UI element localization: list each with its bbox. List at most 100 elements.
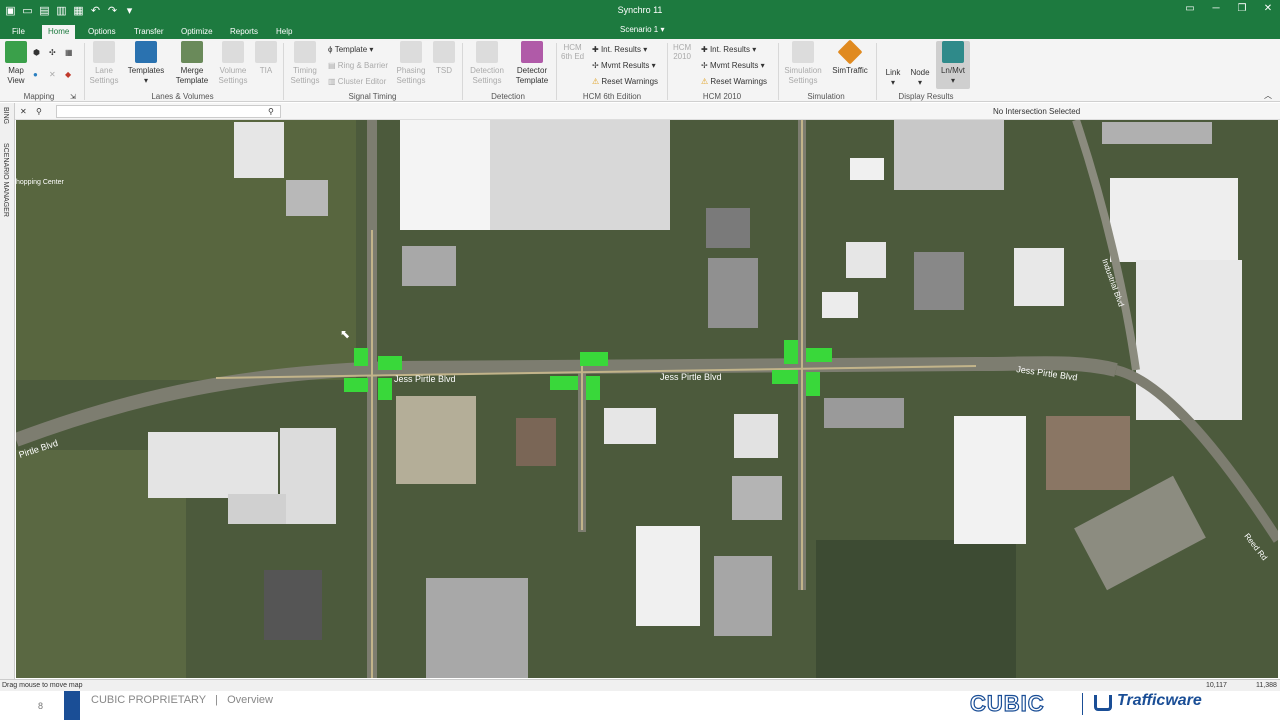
- tia-button[interactable]: TIA: [254, 41, 278, 76]
- layers-icon[interactable]: ◆: [65, 68, 71, 81]
- building: [228, 494, 286, 524]
- plus-icon: ✚: [592, 45, 599, 54]
- tsd-button[interactable]: TSD: [432, 41, 456, 76]
- scenario-label: Scenario 1: [620, 25, 659, 34]
- simulation-settings-button[interactable]: Simulation Settings: [783, 41, 823, 86]
- delete-node-icon[interactable]: ✕: [49, 68, 56, 81]
- footer-accent-bar: [64, 691, 80, 720]
- ribbon-display-icon[interactable]: ▭: [1184, 3, 1196, 14]
- chevron-down-icon: ▾: [917, 78, 922, 87]
- hcm2010-int-results-button[interactable]: ✚ Int. Results ▾: [701, 43, 756, 56]
- ln-mvt-button[interactable]: Ln/Mvt ▾: [936, 41, 970, 89]
- lane-settings-button[interactable]: Lane Settings: [88, 41, 120, 86]
- approach-marker: [784, 340, 798, 364]
- aerial-map[interactable]: Jess Pirtle Blvd Jess Pirtle Blvd Jess P…: [16, 120, 1278, 678]
- detector-template-button[interactable]: Detector Template: [512, 41, 552, 86]
- status-hint: Drag mouse to move map: [2, 682, 83, 689]
- grid-icon[interactable]: ▦: [65, 46, 73, 59]
- chevron-down-icon: ▾: [760, 61, 765, 70]
- building: [264, 570, 322, 640]
- search-input[interactable]: [56, 105, 281, 118]
- approach-marker: [580, 352, 608, 366]
- templates-button[interactable]: Templates ▾: [126, 41, 166, 86]
- tab-optimize[interactable]: Optimize: [175, 25, 219, 39]
- chevron-down-icon: ▾: [660, 25, 665, 34]
- hcm6-mvmt-results-label: Mvmt Results: [600, 61, 650, 70]
- tab-reports[interactable]: Reports: [224, 25, 264, 39]
- merge-template-button[interactable]: Merge Template: [172, 41, 212, 86]
- tab-transfer[interactable]: Transfer: [128, 25, 170, 39]
- quick-access-toolbar: ▣ ▭ ▤ ▥ ▦ ↶ ↷ ▾: [4, 3, 136, 17]
- restore-icon[interactable]: ❐: [1236, 3, 1248, 14]
- logo-divider: [1082, 693, 1083, 715]
- group-label-simulation: Simulation: [807, 92, 845, 101]
- map-view-button[interactable]: Map View: [4, 41, 28, 86]
- minimize-icon[interactable]: ─: [1210, 3, 1222, 14]
- hcm6-reset-warnings-button[interactable]: ⚠ Reset Warnings: [592, 75, 658, 88]
- poi-label: hopping Center: [16, 179, 65, 186]
- ring-barrier-icon: ▤: [328, 61, 336, 70]
- building: [234, 122, 284, 178]
- template-menu[interactable]: ϕ Template ▾: [328, 43, 373, 56]
- node-label: Node: [910, 68, 930, 77]
- open-icon[interactable]: ▭: [21, 3, 34, 17]
- hcm2010-reset-warnings-button[interactable]: ⚠ Reset Warnings: [701, 75, 767, 88]
- tab-help[interactable]: Help: [270, 25, 298, 39]
- tab-file[interactable]: File: [6, 25, 31, 39]
- group-separator: [876, 43, 877, 100]
- redo-icon[interactable]: ↷: [106, 3, 119, 17]
- simtraffic-button[interactable]: SimTraffic: [830, 39, 870, 76]
- group-label-display-results: Display Results: [898, 92, 954, 101]
- hcm2010-mvmt-results-button[interactable]: ✢ Mvmt Results ▾: [701, 59, 765, 72]
- node-button[interactable]: Node ▾: [908, 68, 932, 88]
- timing-settings-label: Timing Settings: [290, 66, 320, 85]
- globe-icon[interactable]: ●: [33, 68, 38, 81]
- coordinate-y: 11,388: [1256, 682, 1277, 689]
- detection-settings-button[interactable]: Detection Settings: [468, 41, 506, 86]
- group-separator: [283, 43, 284, 100]
- zoom-icon[interactable]: ⬢: [33, 46, 40, 59]
- print-icon[interactable]: ▦: [72, 3, 85, 17]
- ribbon: Map View ⬢ ✣ ▦ ● ✕ ◆ Mapping ⇲ Lane Sett…: [0, 39, 1280, 102]
- save-icon[interactable]: ▤: [38, 3, 51, 17]
- hcm6-int-results-button[interactable]: ✚ Int. Results ▾: [592, 43, 647, 56]
- bing-tab[interactable]: BING: [2, 107, 9, 124]
- close-icon[interactable]: ✕: [1262, 3, 1274, 14]
- parking-lot: [396, 396, 476, 484]
- hcm6-mvmt-results-button[interactable]: ✢ Mvmt Results ▾: [592, 59, 656, 72]
- tree-area: [816, 540, 1016, 678]
- scenario-manager-tab[interactable]: SCENARIO MANAGER: [2, 143, 9, 217]
- chevron-down-icon: ▾: [890, 78, 895, 87]
- undo-icon[interactable]: ↶: [89, 3, 102, 17]
- building: [516, 418, 556, 466]
- trafficware-logo: Trafficware: [1117, 692, 1202, 709]
- link-button[interactable]: Link ▾: [882, 68, 904, 88]
- scenario-dropdown[interactable]: Scenario 1 ▾: [620, 25, 665, 34]
- close-panel-icon[interactable]: ✕: [20, 105, 27, 118]
- ring-barrier-button[interactable]: ▤ Ring & Barrier: [328, 59, 388, 72]
- approach-marker: [378, 356, 402, 370]
- building: [286, 180, 328, 216]
- collapse-ribbon-icon[interactable]: ︿: [1264, 89, 1272, 102]
- volume-settings-button[interactable]: Volume Settings: [216, 41, 250, 86]
- tab-home[interactable]: Home: [42, 25, 76, 39]
- approach-marker: [772, 370, 798, 384]
- ln-mvt-icon: [942, 41, 964, 63]
- save-as-icon[interactable]: ▥: [55, 3, 68, 17]
- phasing-settings-icon: [400, 41, 422, 63]
- search-icon[interactable]: ⚲: [268, 105, 274, 118]
- move-icon[interactable]: ✣: [49, 46, 56, 59]
- chevron-down-icon: ▾: [143, 76, 148, 85]
- map-canvas[interactable]: Jess Pirtle Blvd Jess Pirtle Blvd Jess P…: [16, 120, 1278, 678]
- cluster-editor-button[interactable]: ▥ Cluster Editor: [328, 75, 386, 88]
- building: [1102, 122, 1212, 144]
- phasing-settings-button[interactable]: Phasing Settings: [395, 41, 427, 86]
- app-logo-icon: ▣: [5, 4, 16, 17]
- warning-icon: ⚠: [592, 77, 600, 86]
- street-label: Jess Pirtle Blvd: [394, 374, 456, 384]
- pin-icon[interactable]: ⚲: [36, 105, 42, 118]
- qat-customize-icon[interactable]: ▾: [123, 3, 136, 17]
- tab-options[interactable]: Options: [82, 25, 122, 39]
- timing-settings-button[interactable]: Timing Settings: [288, 41, 322, 86]
- detection-settings-label: Detection Settings: [470, 66, 504, 85]
